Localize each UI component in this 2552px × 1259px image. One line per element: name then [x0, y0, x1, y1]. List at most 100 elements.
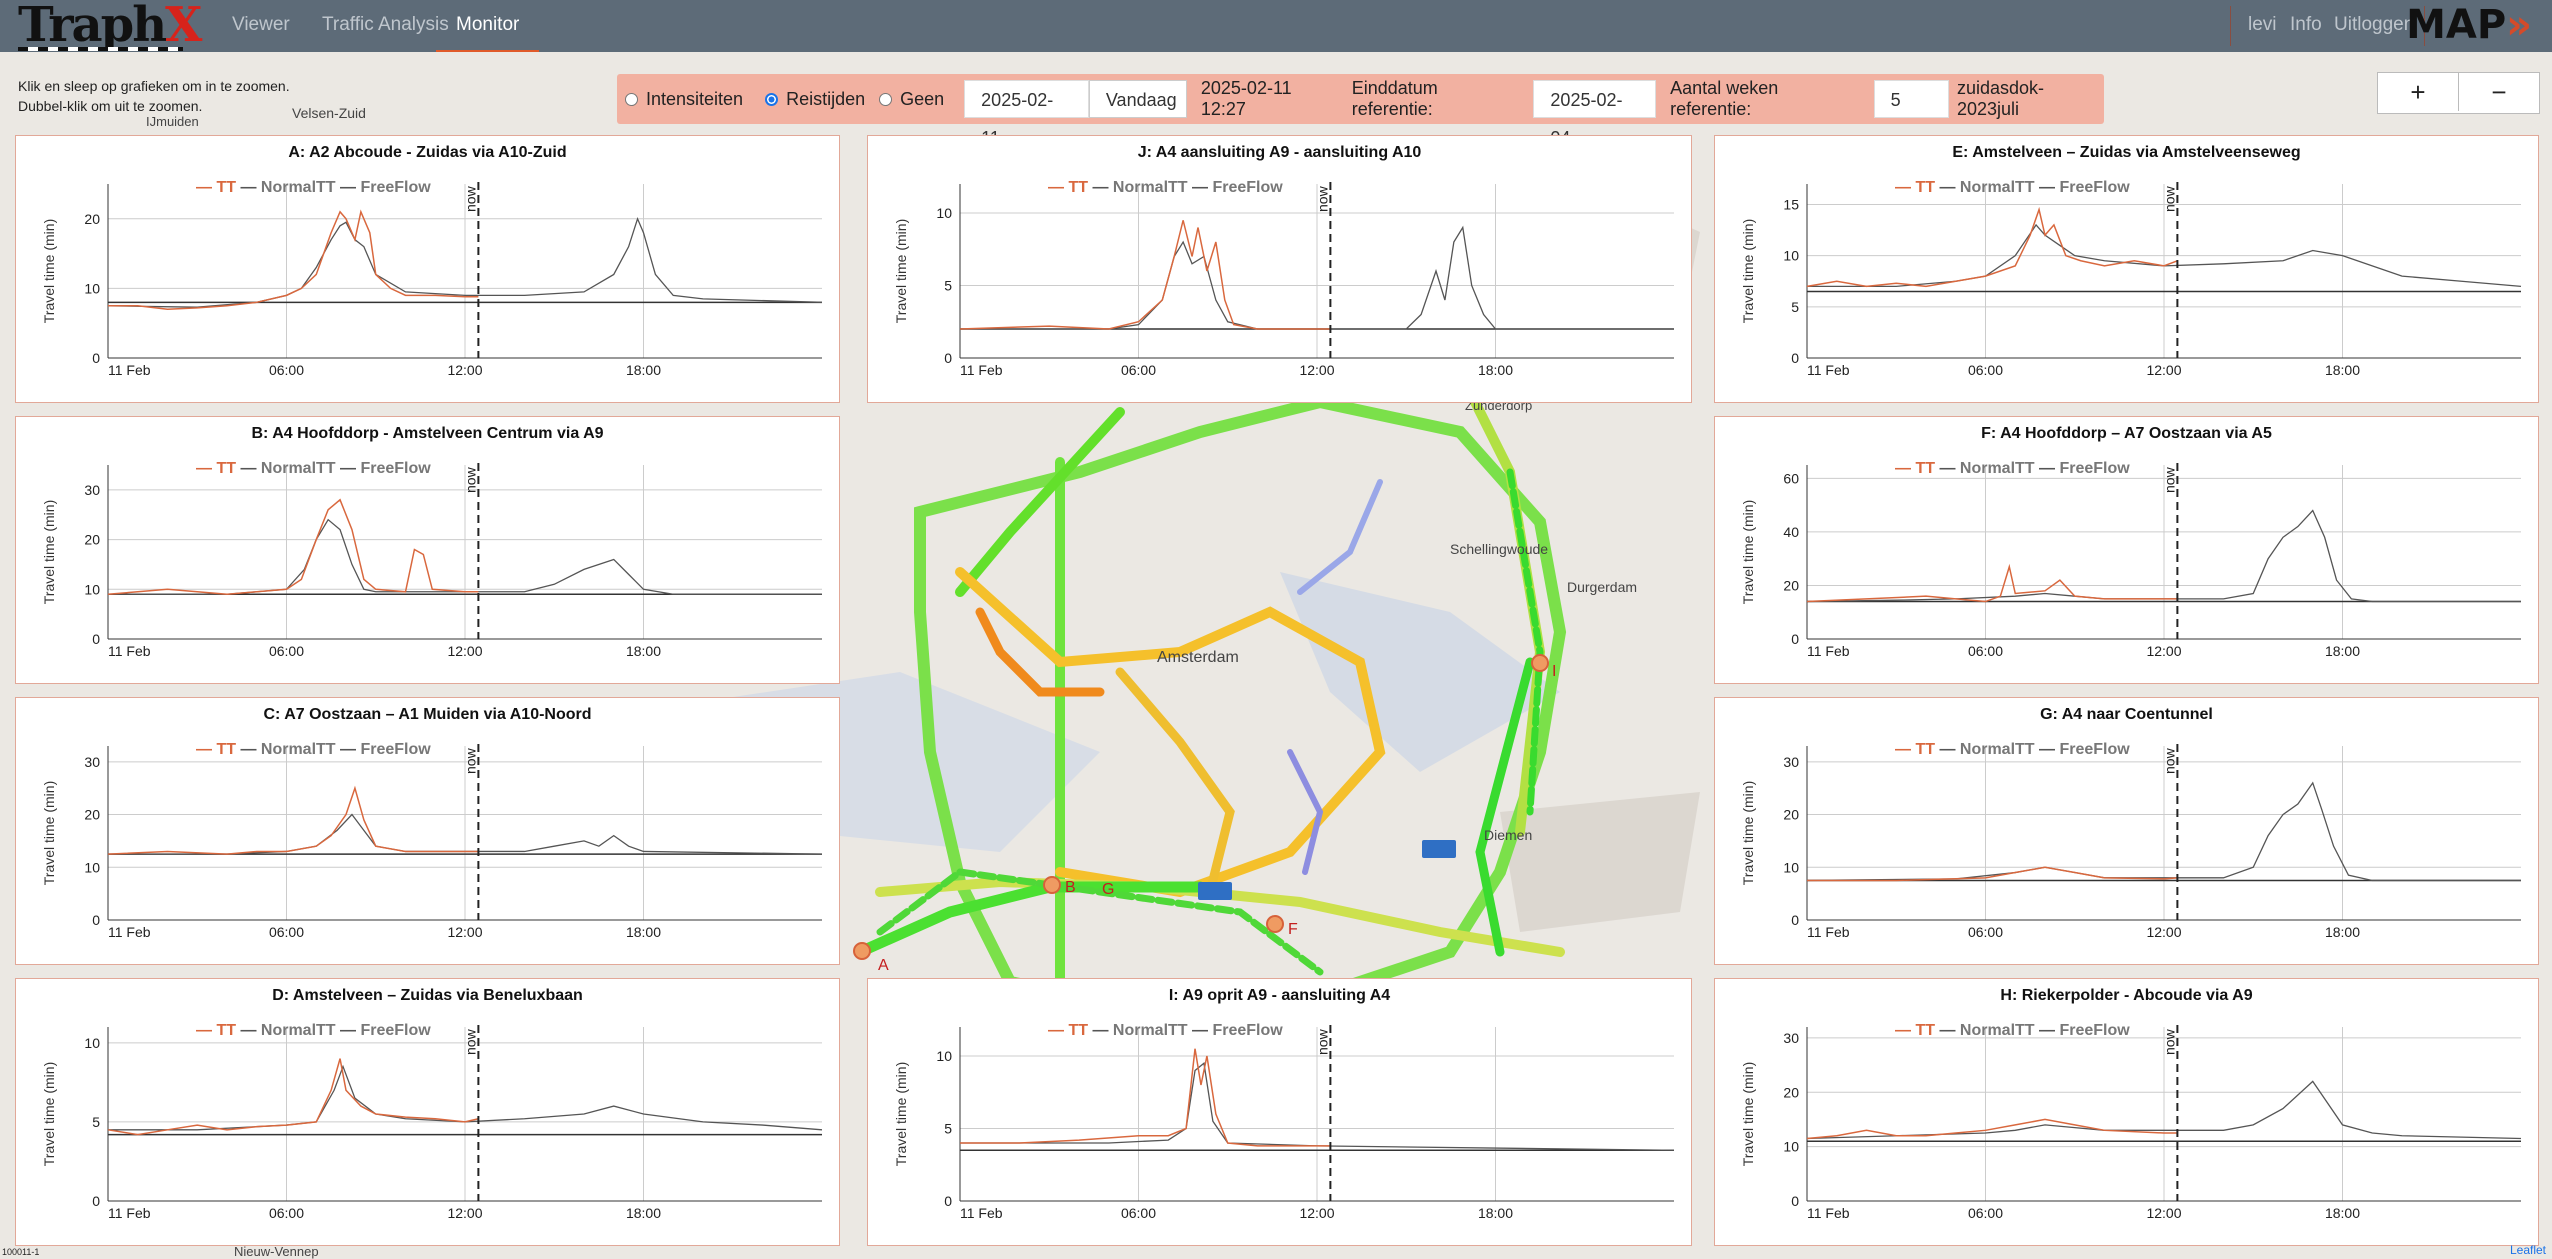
series-tt	[1807, 866, 2178, 882]
legend-tt: TT	[1915, 1022, 1935, 1039]
marker-f: F	[1288, 921, 1298, 938]
legend-freeflow: FreeFlow	[2059, 179, 2130, 196]
x-tick-label: 06:00	[1968, 924, 2003, 940]
timestamp: 2025-02-11 12:27	[1200, 78, 1292, 119]
chart-panel-e[interactable]: 0 5 10 15 11 Feb 06:00 12:00 18:00 Travel time (…	[1714, 135, 2539, 403]
x-tick-label: 06:00	[269, 362, 304, 378]
x-tick-label: 12:00	[2146, 643, 2181, 659]
now-label: now	[462, 185, 478, 212]
y-tick-label: 0	[1791, 1193, 1799, 1209]
x-tick-label: 18:00	[626, 1205, 661, 1221]
x-tick-label: 11 Feb	[1807, 362, 1850, 378]
x-tick-label: 12:00	[447, 1205, 482, 1221]
chart-svg: 0 10 20 30 11 Feb 06:00 12:00 18:00 Travel time …	[41, 741, 823, 940]
zoom-out-button[interactable]: −	[2459, 73, 2539, 111]
weeks-input[interactable]: 5	[1873, 80, 1949, 118]
y-tick-label: 0	[944, 350, 952, 366]
legend-tt: TT	[1915, 460, 1935, 477]
nav-monitor[interactable]: Monitor	[436, 0, 540, 52]
y-tick-label: 60	[1783, 470, 1799, 486]
legend-tt: TT	[1068, 1022, 1088, 1039]
y-tick-label: 0	[92, 912, 100, 928]
zoom-in-button[interactable]: +	[2378, 73, 2459, 111]
x-tick-label: 06:00	[1968, 643, 2003, 659]
nav-logout[interactable]: Uitloggen	[2334, 0, 2414, 50]
chart-title: A: A2 Abcoude - Zuidas via A10-Zuid	[288, 144, 567, 161]
x-tick-label: 18:00	[2325, 362, 2360, 378]
svg-text:IJmuiden: IJmuiden	[146, 114, 199, 129]
ref-end-label: Einddatum referentie:	[1351, 78, 1438, 119]
chart-panel-c[interactable]: 0 10 20 30 11 Feb 06:00 12:00 18:00 Travel time …	[15, 697, 840, 965]
now-label: now	[462, 466, 478, 493]
chart-title: J: A4 aansluiting A9 - aansluiting A10	[1137, 144, 1422, 161]
y-tick-label: 10	[84, 1035, 100, 1051]
radio-intensiteiten[interactable]: Intensiteiten	[625, 89, 743, 110]
x-tick-label: 06:00	[269, 924, 304, 940]
nav-user-levi[interactable]: levi	[2248, 0, 2277, 50]
traphx-logo[interactable]: TraphX	[18, 1, 202, 49]
x-tick-label: 18:00	[626, 924, 661, 940]
chart-svg: 0 5 10 11 Feb 06:00 12:00 18:00 Travel time (mi…	[893, 179, 1674, 378]
nav-traffic-analysis[interactable]: Traffic Analysis	[322, 0, 449, 50]
nav-info[interactable]: Info	[2290, 0, 2322, 50]
chart-legend: — TT — NormalTT — FreeFlow	[1895, 460, 2130, 477]
chart-panel-b[interactable]: 0 10 20 30 11 Feb 06:00 12:00 18:00 Travel time …	[15, 416, 840, 684]
chart-svg: 0 10 20 30 11 Feb 06:00 12:00 18:00 Travel time …	[1740, 1022, 2522, 1221]
chart-title: H: Riekerpolder - Abcoude via A9	[2000, 987, 2253, 1004]
y-tick-label: 10	[936, 1048, 952, 1064]
x-tick-label: 11 Feb	[1807, 924, 1850, 940]
legend-freeflow: FreeFlow	[360, 741, 431, 758]
y-axis-label: Travel time (min)	[41, 500, 57, 605]
y-tick-label: 20	[84, 532, 100, 548]
chart-panel-d[interactable]: 0 5 10 11 Feb 06:00 12:00 18:00 Travel time (mi…	[15, 978, 840, 1246]
chart-title: F: A4 Hoofddorp – A7 Oostzaan via A5	[1981, 425, 2272, 442]
navbar: TraphX Viewer Traffic Analysis Monitor l…	[0, 0, 2552, 52]
svg-text:Schellingwoude: Schellingwoude	[1450, 541, 1548, 557]
x-tick-label: 11 Feb	[960, 1205, 1003, 1221]
legend-normaltt: NormalTT	[1960, 460, 2035, 477]
chart-svg: 0 10 20 30 11 Feb 06:00 12:00 18:00 Travel time …	[1740, 741, 2521, 940]
marker-b: B	[1065, 879, 1076, 896]
x-tick-label: 11 Feb	[1807, 1205, 1850, 1221]
radio-geen[interactable]: Geen	[879, 89, 944, 110]
chart-panel-j[interactable]: 0 5 10 11 Feb 06:00 12:00 18:00 Travel time (mi…	[867, 135, 1692, 403]
map-scale: 100011-1	[2, 1247, 40, 1257]
chart-legend: — TT — NormalTT — FreeFlow	[196, 179, 431, 196]
chart-title: I: A9 oprit A9 - aansluiting A4	[1168, 987, 1391, 1004]
y-tick-label: 0	[1791, 350, 1799, 366]
chart-panel-f[interactable]: 0 20 40 60 11 Feb 06:00 12:00 18:00 Travel time …	[1714, 416, 2539, 684]
nav-viewer[interactable]: Viewer	[232, 0, 290, 50]
svg-text:Durgerdam: Durgerdam	[1567, 579, 1637, 595]
y-tick-label: 10	[1783, 1139, 1799, 1155]
today-button[interactable]: Vandaag	[1088, 80, 1187, 118]
legend-tt: TT	[216, 460, 236, 477]
radio-reistijden[interactable]: Reistijden	[765, 89, 865, 110]
leaflet-attribution[interactable]: Leaflet	[2510, 1243, 2546, 1257]
chart-panel-g[interactable]: 0 10 20 30 11 Feb 06:00 12:00 18:00 Travel time …	[1714, 697, 2539, 965]
nav-divider	[2230, 6, 2231, 46]
hint-line-1: Klik en sleep op grafieken om in te zoom…	[18, 78, 290, 94]
y-axis-label: Travel time (min)	[1740, 781, 1756, 886]
legend-tt: TT	[1915, 179, 1935, 196]
chart-legend: — TT — NormalTT — FreeFlow	[196, 741, 431, 758]
legend-freeflow: FreeFlow	[360, 460, 431, 477]
profile-suffix: zuidasdok-2023juli	[1956, 78, 2045, 119]
y-axis-label: Travel time (min)	[1740, 500, 1756, 605]
now-label: now	[2161, 185, 2177, 212]
chart-panel-i[interactable]: 0 5 10 11 Feb 06:00 12:00 18:00 Travel time (mi…	[867, 978, 1692, 1246]
series-tt	[1806, 563, 2178, 603]
date-input[interactable]: 2025-02-11	[964, 80, 1089, 148]
x-tick-label: 18:00	[626, 362, 661, 378]
x-tick-label: 11 Feb	[108, 1205, 151, 1221]
chart-svg: 0 10 20 11 Feb 06:00 12:00 18:00 Travel time (m…	[41, 179, 823, 378]
ref-end-input[interactable]: 2025-02-04	[1533, 80, 1657, 148]
chart-panel-a[interactable]: 0 10 20 11 Feb 06:00 12:00 18:00 Travel time (m…	[15, 135, 840, 403]
x-tick-label: 12:00	[2146, 1205, 2181, 1221]
series-tt	[107, 498, 479, 596]
chart-legend: — TT — NormalTT — FreeFlow	[1895, 741, 2130, 758]
y-tick-label: 10	[1783, 859, 1799, 875]
chart-legend: — TT — NormalTT — FreeFlow	[1895, 1022, 2130, 1039]
y-tick-label: 30	[84, 482, 100, 498]
chart-panel-h[interactable]: 0 10 20 30 11 Feb 06:00 12:00 18:00 Travel time …	[1714, 978, 2539, 1246]
map-brand-logo: MAP»	[2406, 2, 2532, 48]
